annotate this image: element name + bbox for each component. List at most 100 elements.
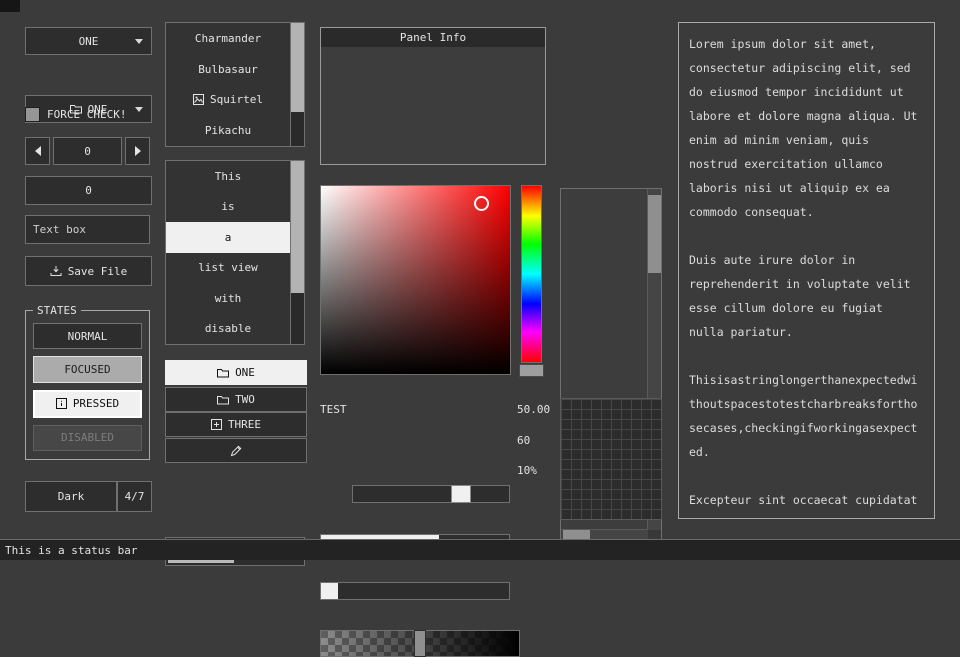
theme-button[interactable]: Dark xyxy=(25,481,117,512)
dropdown-one-value: ONE xyxy=(79,35,99,48)
hue-slider-handle[interactable] xyxy=(519,364,544,377)
pressed-button[interactable]: PRESSED xyxy=(33,390,142,418)
scrollbar-thumb[interactable] xyxy=(291,23,304,112)
zero-button-label: 0 xyxy=(85,184,92,197)
list-item-label: Charmander xyxy=(195,32,261,45)
spinner: 0 xyxy=(25,137,150,163)
progress-slider-value: 60 xyxy=(517,434,530,448)
spinner-value-field[interactable]: 0 xyxy=(53,137,122,165)
panel-info-titlebar[interactable]: Panel Info xyxy=(320,27,546,48)
three-button-label: THREE xyxy=(228,418,261,431)
spinner-increment-button[interactable] xyxy=(125,137,150,165)
hue-slider[interactable] xyxy=(521,185,542,363)
folder-icon xyxy=(217,395,229,405)
list-item-label: with xyxy=(215,292,242,305)
pager-indicator: 4/7 xyxy=(117,481,152,512)
slider-handle[interactable] xyxy=(451,485,471,503)
list-item-label: Pikachu xyxy=(205,124,251,137)
list-item-label: Bulbasaur xyxy=(198,63,258,76)
alpha-slider[interactable] xyxy=(320,630,520,657)
list-item[interactable]: disable xyxy=(166,314,290,345)
alpha-slider-handle[interactable] xyxy=(414,630,426,657)
grid-canvas[interactable] xyxy=(560,398,662,520)
percent-slider-value: 10% xyxy=(517,464,537,478)
pager-label: 4/7 xyxy=(125,490,145,503)
pencil-icon xyxy=(230,445,242,457)
slider-fill xyxy=(321,583,338,599)
text-input[interactable] xyxy=(25,215,150,244)
list-item[interactable]: list view xyxy=(166,253,290,284)
panel-info-body xyxy=(320,47,546,165)
text-paragraph: Duis aute irure dolor in reprehenderit i… xyxy=(689,248,924,344)
image-icon xyxy=(193,94,204,105)
focused-button-label: FOCUSED xyxy=(64,363,110,376)
normal-button-label: NORMAL xyxy=(68,330,108,343)
list-item[interactable]: Bulbasaur xyxy=(166,54,290,85)
percent-slider[interactable] xyxy=(320,582,510,600)
text-paragraph: Thisisastringlongerthanexpectedwithoutsp… xyxy=(689,368,924,464)
states-group-title: STATES xyxy=(33,304,81,317)
text-paragraph: Excepteur sint occaecat cupidatat non pr… xyxy=(689,488,924,519)
plus-square-icon xyxy=(211,419,222,430)
panel-info-title: Panel Info xyxy=(400,31,466,44)
list-item-label: list view xyxy=(198,261,258,274)
pokemon-list: Charmander Bulbasaur Squirtel Pikachu xyxy=(165,22,305,147)
slider-test-label: TEST xyxy=(320,403,347,417)
save-icon xyxy=(50,265,62,277)
disabled-button-label: DISABLED xyxy=(61,431,114,444)
arrow-right-icon xyxy=(135,146,141,156)
demo-list-scrollbar[interactable] xyxy=(290,161,304,344)
list-item-selected[interactable]: a xyxy=(166,222,290,253)
list-item-label: is xyxy=(221,200,234,213)
chevron-down-icon xyxy=(135,39,143,44)
zero-button[interactable]: 0 xyxy=(25,176,152,205)
list-item[interactable]: Charmander xyxy=(166,23,290,54)
chevron-down-icon xyxy=(135,107,143,112)
color-cursor[interactable] xyxy=(474,196,489,211)
edit-button[interactable] xyxy=(165,438,307,463)
list-item[interactable]: This xyxy=(166,161,290,192)
test-slider[interactable] xyxy=(352,485,510,503)
list-item-label: a xyxy=(225,231,232,244)
one-button[interactable]: ONE xyxy=(165,360,307,385)
list-item[interactable]: Squirtel xyxy=(166,85,290,116)
status-bar: This is a status bar xyxy=(0,539,960,560)
list-item[interactable]: is xyxy=(166,192,290,223)
pokemon-list-scrollbar[interactable] xyxy=(290,23,304,146)
three-button[interactable]: THREE xyxy=(165,412,307,437)
states-group: STATES NORMAL FOCUSED PRESSED DISABLED xyxy=(25,310,150,460)
pressed-button-label: PRESSED xyxy=(73,397,119,410)
one-button-label: ONE xyxy=(235,366,255,379)
list-item[interactable]: Pikachu xyxy=(166,115,290,146)
spinner-decrement-button[interactable] xyxy=(25,137,50,165)
normal-button[interactable]: NORMAL xyxy=(33,323,142,349)
focused-button[interactable]: FOCUSED xyxy=(33,356,142,382)
spinner-value: 0 xyxy=(84,145,91,158)
force-checkbox[interactable]: FORCE CHECK! xyxy=(25,107,126,122)
status-bar-text: This is a status bar xyxy=(5,544,137,557)
demo-list: This is a list view with disable xyxy=(165,160,305,345)
scrollbar-thumb[interactable] xyxy=(291,161,304,293)
folder-icon xyxy=(217,368,229,378)
dropdown-one[interactable]: ONE xyxy=(25,27,152,55)
save-file-label: Save File xyxy=(68,265,128,278)
list-item[interactable]: with xyxy=(166,283,290,314)
theme-button-label: Dark xyxy=(58,490,85,503)
list-item-label: disable xyxy=(205,322,251,335)
app-window: { "colors": { "background": "#3b3b3b", "… xyxy=(0,0,960,560)
two-button[interactable]: TWO xyxy=(165,387,307,412)
saturation-value-picker[interactable] xyxy=(320,185,511,375)
slider-test-value: 50.00 xyxy=(517,403,550,417)
scrollbar-thumb[interactable] xyxy=(648,195,661,273)
list-item-label: Squirtel xyxy=(210,93,263,106)
save-file-button[interactable]: Save File xyxy=(25,256,152,286)
disabled-button: DISABLED xyxy=(33,425,142,451)
list-item-label: This xyxy=(215,170,242,183)
two-button-label: TWO xyxy=(235,393,255,406)
checkbox-label: FORCE CHECK! xyxy=(47,108,126,121)
checkbox-box xyxy=(25,107,40,122)
arrow-left-icon xyxy=(35,146,41,156)
info-icon xyxy=(56,398,67,409)
window-corner-artifact xyxy=(0,0,20,12)
text-view: Lorem ipsum dolor sit amet, consectetur … xyxy=(678,22,935,519)
